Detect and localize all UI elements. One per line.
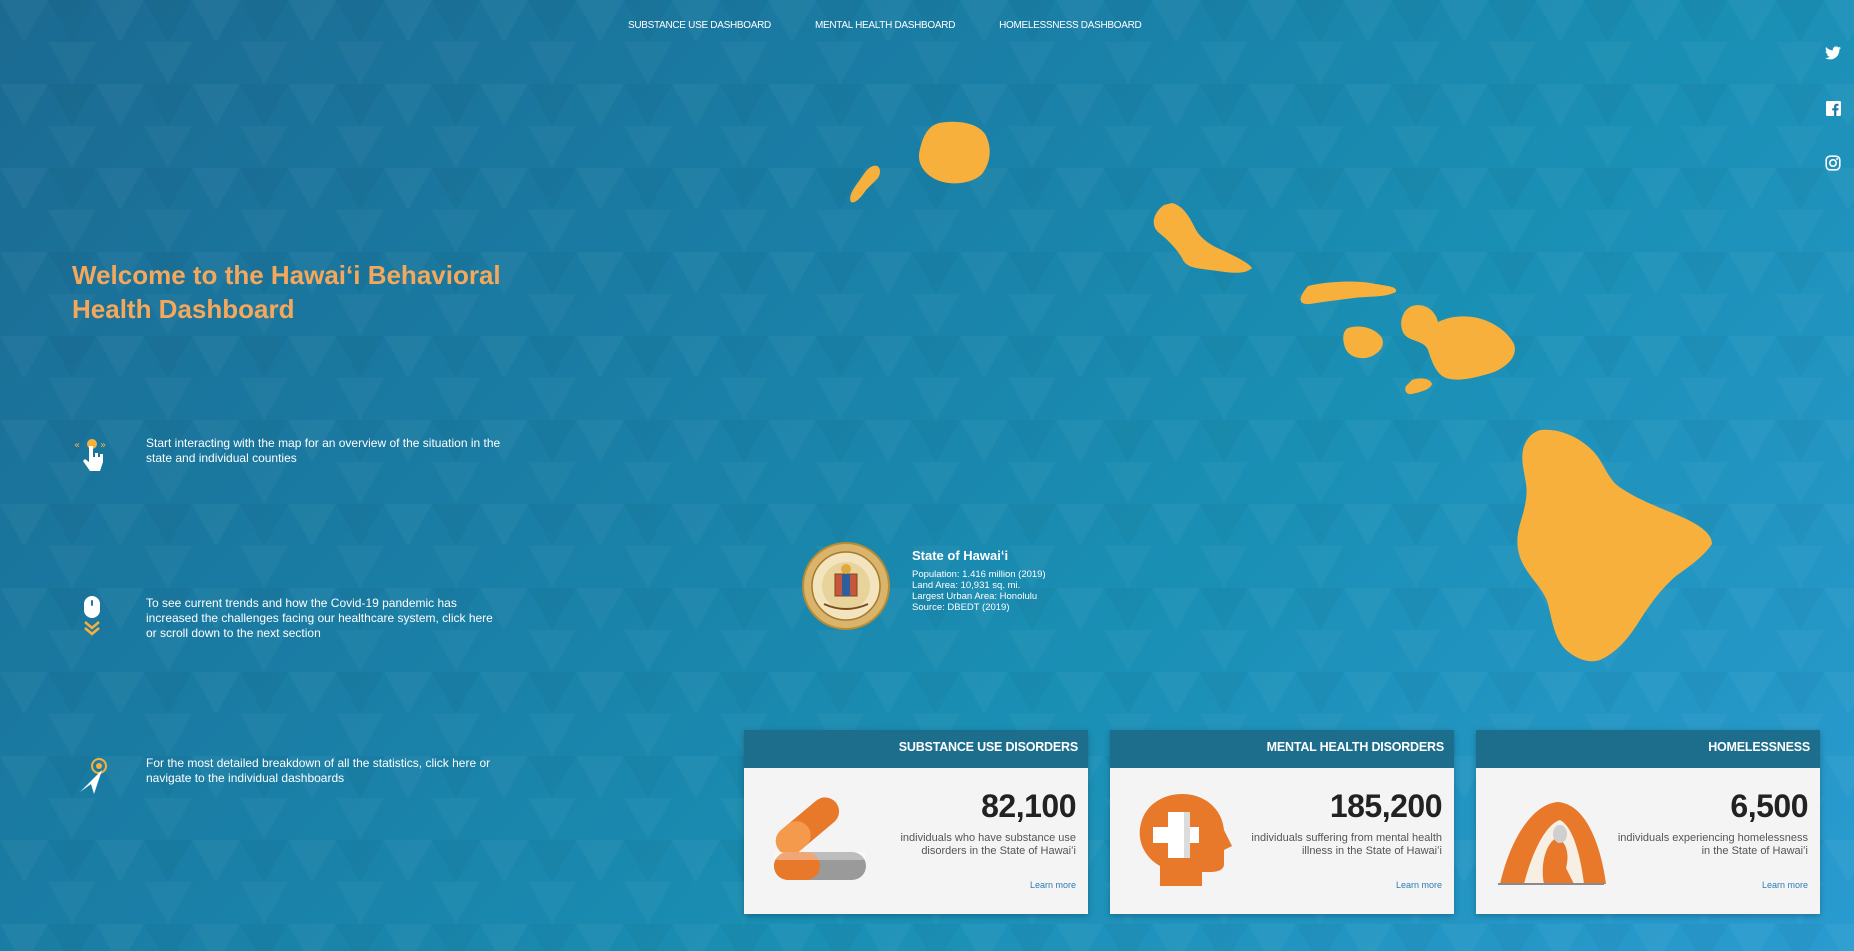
card-homelessness-desc: individuals experiencing homelessness in… bbox=[1617, 832, 1808, 857]
mouse-scroll-icon bbox=[84, 596, 100, 636]
card-substance-use-desc: individuals who have substance use disor… bbox=[900, 832, 1076, 857]
state-urban-area: Largest Urban Area: Honolulu bbox=[912, 591, 1038, 602]
step-scroll-trends[interactable]: To see current trends and how the Covid-… bbox=[72, 596, 502, 641]
card-mental-health-number: 185,200 bbox=[1329, 788, 1443, 824]
card-mental-health-learn-more[interactable]: Learn more bbox=[1396, 880, 1442, 890]
step-navigate-dashboards-text: For the most detailed breakdown of all t… bbox=[146, 756, 491, 785]
card-homelessness-number: 6,500 bbox=[1730, 788, 1808, 824]
step-navigate-dashboards[interactable]: For the most detailed breakdown of all t… bbox=[72, 756, 502, 800]
step-scroll-trends-text: To see current trends and how the Covid-… bbox=[146, 596, 493, 640]
card-substance-use-body: 82,100 individuals who have substance us… bbox=[744, 768, 1088, 914]
twitter-icon[interactable] bbox=[1822, 42, 1844, 64]
card-mental-health-desc: individuals suffering from mental health… bbox=[1251, 832, 1442, 857]
card-substance-use-header: SUBSTANCE USE DISORDERS bbox=[898, 740, 1078, 754]
tap-hand-icon: « » bbox=[74, 439, 106, 471]
state-seal-icon bbox=[802, 542, 890, 630]
state-land-area: Land Area: 10,931 sq. mi. bbox=[912, 580, 1021, 591]
card-substance-use-learn-more[interactable]: Learn more bbox=[1030, 880, 1076, 890]
card-substance-use-number: 82,100 bbox=[981, 788, 1076, 824]
step-interact-map-text: Start interacting with the map for an ov… bbox=[146, 436, 501, 465]
welcome-title: Welcome to the Hawaiʻi Behavioral Health… bbox=[72, 260, 501, 324]
tent-person-icon bbox=[1498, 802, 1606, 885]
instagram-icon[interactable] bbox=[1822, 152, 1844, 174]
card-homelessness[interactable]: HOMELESSNESS 6,500 individuals experienc… bbox=[1476, 730, 1820, 914]
nav-homelessness-dashboard[interactable]: HOMELESSNESS DASHBOARD bbox=[999, 20, 1142, 31]
nav-substance-use-dashboard[interactable]: SUBSTANCE USE DASHBOARD bbox=[628, 20, 771, 31]
head-cross-icon bbox=[1139, 794, 1232, 886]
card-homelessness-body: 6,500 individuals experiencing homelessn… bbox=[1476, 768, 1820, 914]
navigate-pointer-icon bbox=[80, 758, 107, 794]
pills-icon bbox=[774, 797, 866, 880]
page: SUBSTANCE USE DASHBOARD MENTAL HEALTH DA… bbox=[0, 0, 1854, 951]
svg-text:»: » bbox=[100, 440, 106, 451]
state-title: State of Hawaiʻi bbox=[912, 548, 1009, 563]
card-mental-health-header: MENTAL HEALTH DISORDERS bbox=[1266, 740, 1445, 754]
state-source: Source: DBEDT (2019) bbox=[912, 602, 1010, 613]
card-homelessness-header: HOMELESSNESS bbox=[1708, 740, 1810, 754]
state-info: State of Hawaiʻi Population: 1.416 milli… bbox=[912, 548, 1046, 613]
nav-mental-health-dashboard[interactable]: MENTAL HEALTH DASHBOARD bbox=[815, 20, 955, 31]
island-kauai[interactable] bbox=[918, 121, 990, 184]
card-substance-use[interactable]: SUBSTANCE USE DISORDERS 82,100 individua… bbox=[744, 730, 1088, 914]
step-interact-map[interactable]: « » Start interacting with the map for a… bbox=[72, 436, 502, 480]
state-population: Population: 1.416 million (2019) bbox=[912, 569, 1046, 580]
card-mental-health-body: 185,200 individuals suffering from menta… bbox=[1110, 768, 1454, 914]
top-nav: SUBSTANCE USE DASHBOARD MENTAL HEALTH DA… bbox=[628, 20, 1142, 31]
card-mental-health[interactable]: MENTAL HEALTH DISORDERS 185,200 individu… bbox=[1110, 730, 1454, 914]
svg-text:«: « bbox=[74, 440, 80, 451]
facebook-icon[interactable] bbox=[1822, 97, 1844, 119]
card-homelessness-learn-more[interactable]: Learn more bbox=[1762, 880, 1808, 890]
